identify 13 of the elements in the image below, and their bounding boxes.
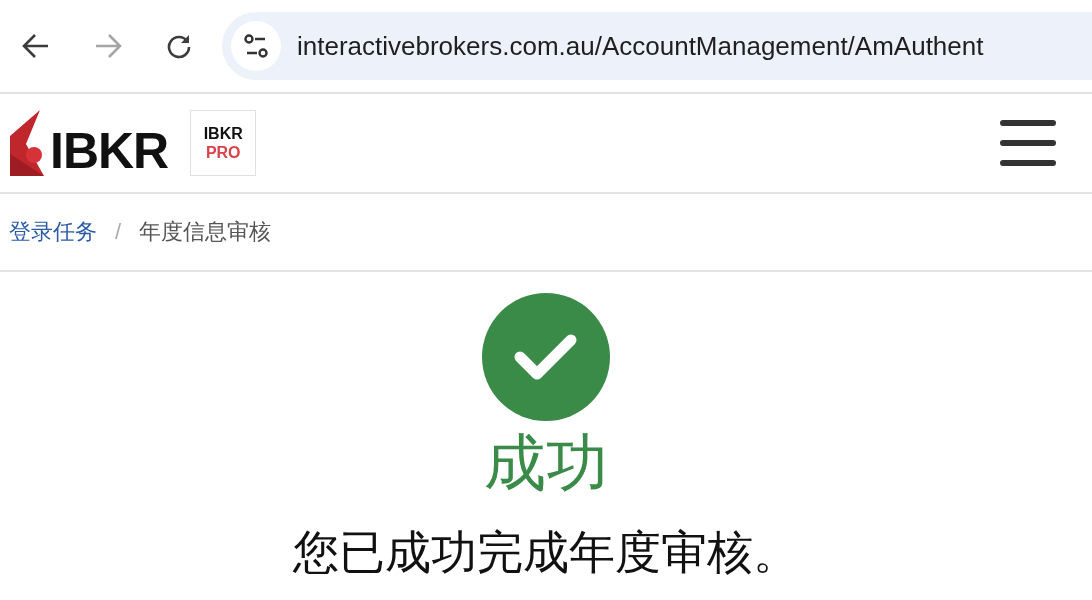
breadcrumb-separator: /: [115, 219, 122, 245]
reload-icon[interactable]: [166, 33, 192, 59]
logo-text: IBKR: [50, 126, 169, 176]
pro-badge: IBKR PRO: [190, 110, 257, 176]
status-message: 您已成功完成年度审核。: [293, 525, 799, 580]
site-settings-icon[interactable]: [231, 21, 281, 71]
breadcrumb-current: 年度信息审核: [139, 218, 272, 246]
menu-icon[interactable]: [1000, 119, 1056, 167]
status-title: 成功: [484, 427, 608, 499]
breadcrumb-link[interactable]: 登录任务: [9, 217, 97, 247]
address-bar[interactable]: interactivebrokers.com.au/AccountManagement/AmAuthent: [222, 12, 1092, 80]
logo-icon: [10, 110, 44, 176]
back-icon[interactable]: [22, 33, 50, 59]
